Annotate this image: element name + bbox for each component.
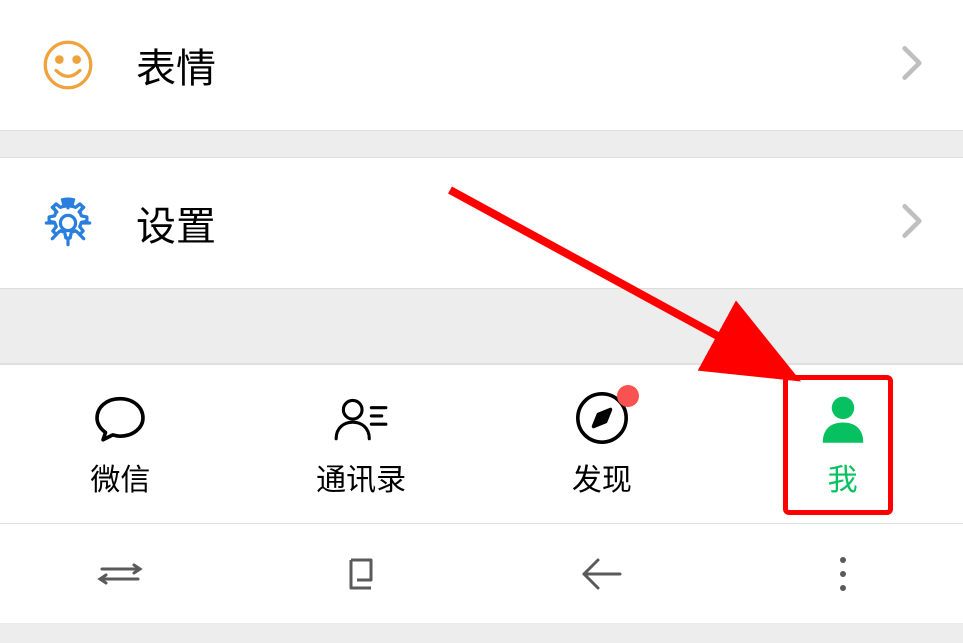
settings-label: 设置 [136,194,901,252]
tab-wechat-label: 微信 [90,455,150,499]
tab-contacts-label: 通讯录 [316,455,406,499]
home-icon[interactable] [336,549,386,599]
chat-bubble-icon [91,389,149,447]
chevron-right-icon [901,43,923,88]
settings-item[interactable]: 设置 [0,158,963,288]
compass-icon [573,389,631,447]
gear-icon [40,195,96,251]
emoji-item[interactable]: 表情 [0,0,963,130]
system-nav-bar [0,523,963,623]
tab-discover[interactable]: 发现 [482,365,723,523]
notification-badge [617,385,639,407]
back-icon[interactable] [577,549,627,599]
person-icon [814,389,872,447]
recent-apps-icon[interactable] [95,549,145,599]
tab-discover-label: 发现 [572,455,632,499]
emoji-label: 表情 [136,36,901,94]
tab-me[interactable]: 我 [722,365,963,523]
chevron-right-icon [901,201,923,246]
bottom-spacer [0,288,963,363]
smile-icon [40,37,96,93]
tab-contacts[interactable]: 通讯录 [241,365,482,523]
section-gap [0,130,963,158]
menu-dots-icon[interactable] [818,549,868,599]
contacts-icon [332,389,390,447]
tab-me-label: 我 [828,455,858,499]
tab-bar: 微信 通讯录 发现 [0,363,963,523]
tab-wechat[interactable]: 微信 [0,365,241,523]
